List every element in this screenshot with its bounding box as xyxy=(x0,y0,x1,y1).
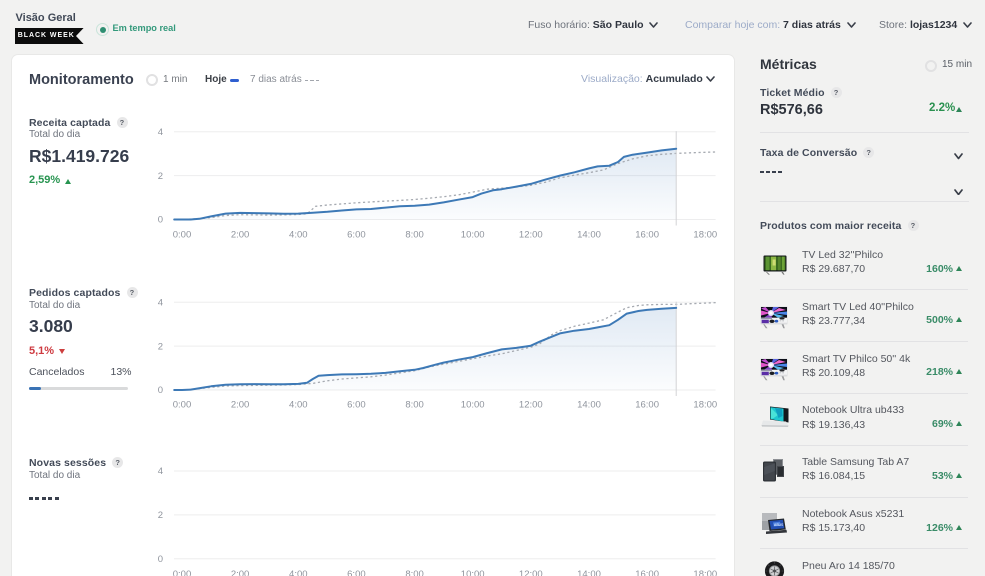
svg-text:8:00: 8:00 xyxy=(405,569,424,576)
svg-text:12:00: 12:00 xyxy=(519,569,543,576)
svg-text:2:00: 2:00 xyxy=(231,230,250,241)
svg-text:12:00: 12:00 xyxy=(519,400,543,411)
svg-text:10:00: 10:00 xyxy=(461,569,485,576)
svg-text:4: 4 xyxy=(158,466,163,477)
svg-text:14:00: 14:00 xyxy=(577,230,601,241)
svg-text:2: 2 xyxy=(158,341,163,352)
svg-text:16:00: 16:00 xyxy=(635,400,659,411)
svg-text:2:00: 2:00 xyxy=(231,569,250,576)
svg-text:6:00: 6:00 xyxy=(347,569,366,576)
svg-text:4: 4 xyxy=(158,297,163,308)
svg-text:16:00: 16:00 xyxy=(635,569,659,576)
svg-text:4:00: 4:00 xyxy=(289,230,308,241)
svg-text:12:00: 12:00 xyxy=(519,230,543,241)
svg-text:14:00: 14:00 xyxy=(577,569,601,576)
svg-text:4:00: 4:00 xyxy=(289,569,308,576)
svg-text:16:00: 16:00 xyxy=(635,230,659,241)
svg-text:6:00: 6:00 xyxy=(347,230,366,241)
svg-text:ASUS: ASUS xyxy=(774,523,784,527)
svg-text:10:00: 10:00 xyxy=(461,230,485,241)
svg-text:2: 2 xyxy=(158,510,163,521)
svg-text:8:00: 8:00 xyxy=(405,230,424,241)
svg-text:4: 4 xyxy=(158,127,163,138)
svg-text:0:00: 0:00 xyxy=(173,400,192,411)
svg-text:0:00: 0:00 xyxy=(173,230,192,241)
svg-text:8:00: 8:00 xyxy=(405,400,424,411)
svg-text:2:00: 2:00 xyxy=(231,400,250,411)
svg-text:0:00: 0:00 xyxy=(173,569,192,576)
svg-text:10:00: 10:00 xyxy=(461,400,485,411)
svg-text:14:00: 14:00 xyxy=(577,400,601,411)
svg-text:2: 2 xyxy=(158,171,163,182)
svg-text:18:00: 18:00 xyxy=(693,569,717,576)
svg-text:18:00: 18:00 xyxy=(693,400,717,411)
svg-text:18:00: 18:00 xyxy=(693,230,717,241)
svg-text:4:00: 4:00 xyxy=(289,400,308,411)
svg-text:0: 0 xyxy=(158,554,163,565)
svg-text:0: 0 xyxy=(158,215,163,226)
svg-text:6:00: 6:00 xyxy=(347,400,366,411)
svg-text:0: 0 xyxy=(158,385,163,396)
